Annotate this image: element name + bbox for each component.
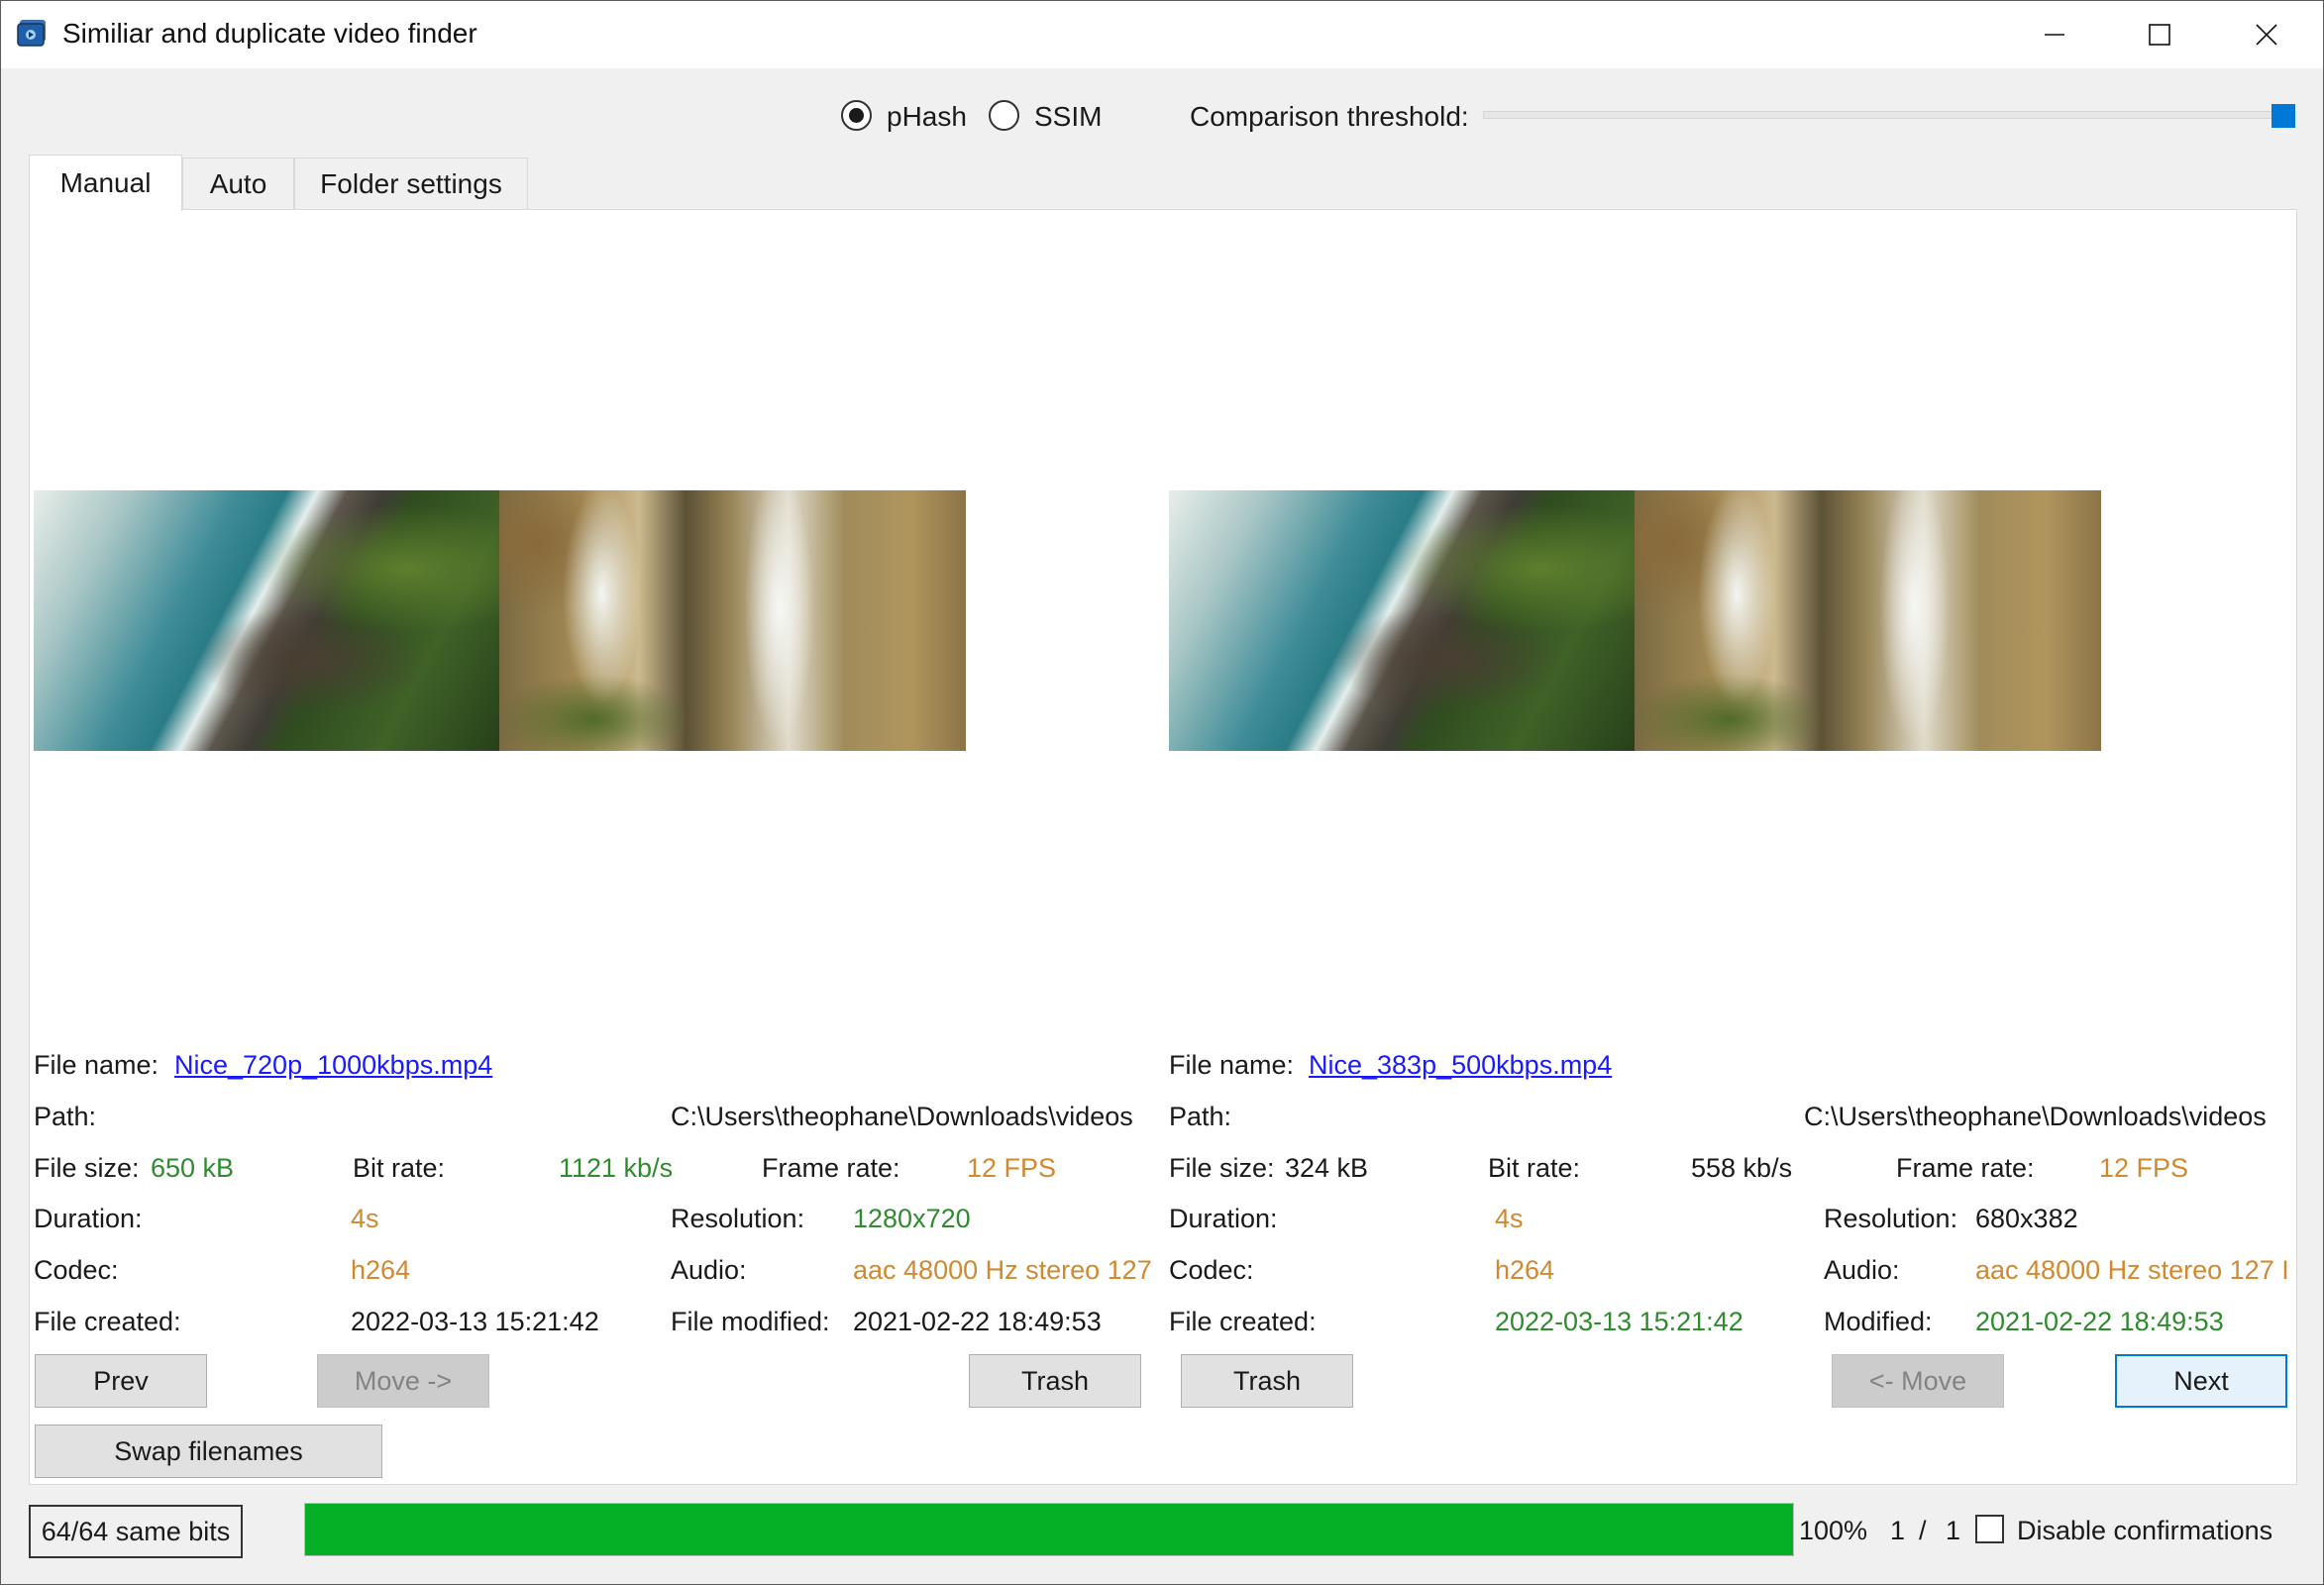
right-frame-rate-label: Frame rate: — [1896, 1153, 2035, 1183]
right-codec-label: Codec: — [1169, 1255, 1254, 1285]
ssim-label[interactable]: SSIM — [1034, 101, 1102, 133]
prev-button[interactable]: Prev — [35, 1354, 207, 1408]
left-file-name-link[interactable]: Nice_720p_1000kbps.mp4 — [174, 1050, 492, 1081]
left-resolution-label: Resolution: — [671, 1204, 805, 1233]
left-frame-rate-value: 12 FPS — [967, 1153, 1057, 1183]
right-modified-value: 2021-02-22 18:49:53 — [1975, 1307, 2224, 1336]
phash-radio[interactable] — [841, 100, 872, 131]
move-left-button[interactable]: <- Move — [1832, 1354, 2004, 1408]
right-path-label: Path: — [1169, 1102, 1232, 1131]
left-path-label: Path: — [34, 1102, 97, 1131]
tab-folder-settings[interactable]: Folder settings — [294, 158, 528, 210]
left-duration-label: Duration: — [34, 1204, 143, 1233]
total-count: 1 — [1946, 1516, 1961, 1545]
window-title: Similiar and duplicate video finder — [62, 18, 477, 49]
disable-confirmations-label[interactable]: Disable confirmations — [2017, 1516, 2272, 1546]
threshold-slider-thumb[interactable] — [2271, 104, 2295, 128]
progress-bar-fill — [305, 1504, 1793, 1555]
left-file-size-value: 650 kB — [151, 1153, 235, 1183]
index-separator: / — [1919, 1516, 1927, 1545]
right-created-label: File created: — [1169, 1307, 1317, 1336]
right-created-value: 2022-03-13 15:21:42 — [1495, 1307, 1743, 1336]
left-video-thumbnail-2[interactable] — [499, 490, 966, 751]
progress-bar — [304, 1503, 1794, 1556]
left-bit-rate-label: Bit rate: — [353, 1153, 446, 1183]
progress-percent: 100% — [1799, 1516, 1868, 1545]
right-file-size-value: 324 kB — [1285, 1153, 1369, 1183]
video-camera-icon — [17, 20, 46, 47]
left-audio-value: aac 48000 Hz stereo 127 — [853, 1255, 1152, 1285]
swap-filenames-button[interactable]: Swap filenames — [35, 1425, 382, 1478]
left-path-value: C:\Users\theophane\Downloads\videos — [671, 1102, 1133, 1131]
left-modified-label: File modified: — [671, 1307, 830, 1336]
left-codec-label: Codec: — [34, 1255, 119, 1285]
right-frame-rate-value: 12 FPS — [2099, 1153, 2189, 1183]
trash-left-button[interactable]: Trash — [969, 1354, 1141, 1408]
threshold-label: Comparison threshold: — [1190, 101, 1469, 132]
next-button[interactable]: Next — [2115, 1354, 2287, 1408]
disable-confirmations-checkbox[interactable] — [1975, 1515, 2004, 1543]
right-video-thumbnail-1[interactable] — [1169, 490, 1636, 751]
close-button[interactable] — [2214, 1, 2318, 68]
manual-tab-panel — [29, 209, 2297, 1485]
left-modified-value: 2021-02-22 18:49:53 — [853, 1307, 1102, 1336]
maximize-icon — [2148, 24, 2170, 46]
right-resolution-label: Resolution: — [1824, 1204, 1958, 1233]
left-audio-label: Audio: — [671, 1255, 747, 1285]
left-video-thumbnail-1[interactable] — [34, 490, 500, 751]
close-icon — [2255, 24, 2277, 46]
move-right-button[interactable]: Move -> — [317, 1354, 489, 1408]
left-frame-rate-label: Frame rate: — [762, 1153, 900, 1183]
right-audio-value: aac 48000 Hz stereo 127 I — [1975, 1255, 2289, 1285]
left-created-value: 2022-03-13 15:21:42 — [351, 1307, 599, 1336]
left-bit-rate-value: 1121 kb/s — [559, 1153, 674, 1183]
phash-label[interactable]: pHash — [887, 101, 967, 133]
left-file-size-label: File size: — [34, 1153, 140, 1183]
right-modified-label: Modified: — [1824, 1307, 1933, 1336]
right-bit-rate-value: 558 kb/s — [1691, 1153, 1793, 1183]
title-bar: Similiar and duplicate video finder — [1, 1, 2323, 68]
app-window: Similiar and duplicate video finder pHas… — [0, 0, 2324, 1585]
tab-manual[interactable]: Manual — [29, 155, 182, 211]
right-file-size-label: File size: — [1169, 1153, 1275, 1183]
current-index: 1 — [1890, 1516, 1906, 1545]
left-duration-value: 4s — [351, 1204, 379, 1233]
right-audio-label: Audio: — [1824, 1255, 1900, 1285]
trash-right-button[interactable]: Trash — [1181, 1354, 1353, 1408]
left-created-label: File created: — [34, 1307, 181, 1336]
threshold-slider[interactable] — [1483, 111, 2291, 119]
right-file-name-link[interactable]: Nice_383p_500kbps.mp4 — [1309, 1050, 1612, 1081]
right-duration-value: 4s — [1495, 1204, 1524, 1233]
right-path-value: C:\Users\theophane\Downloads\videos — [1804, 1102, 2267, 1131]
right-duration-label: Duration: — [1169, 1204, 1278, 1233]
right-video-thumbnail-2[interactable] — [1635, 490, 2101, 751]
right-resolution-value: 680x382 — [1975, 1204, 2078, 1233]
minimize-button[interactable] — [2002, 1, 2106, 68]
minimize-icon — [2044, 34, 2064, 36]
left-codec-value: h264 — [351, 1255, 411, 1285]
maximize-button[interactable] — [2107, 1, 2211, 68]
right-codec-value: h264 — [1495, 1255, 1555, 1285]
right-bit-rate-label: Bit rate: — [1488, 1153, 1581, 1183]
tab-auto[interactable]: Auto — [182, 158, 294, 210]
left-resolution-value: 1280x720 — [853, 1204, 971, 1233]
left-file-name-label: File name: — [34, 1050, 159, 1080]
right-file-name-label: File name: — [1169, 1050, 1295, 1080]
same-bits-indicator: 64/64 same bits — [29, 1505, 243, 1558]
ssim-radio[interactable] — [989, 100, 1019, 131]
